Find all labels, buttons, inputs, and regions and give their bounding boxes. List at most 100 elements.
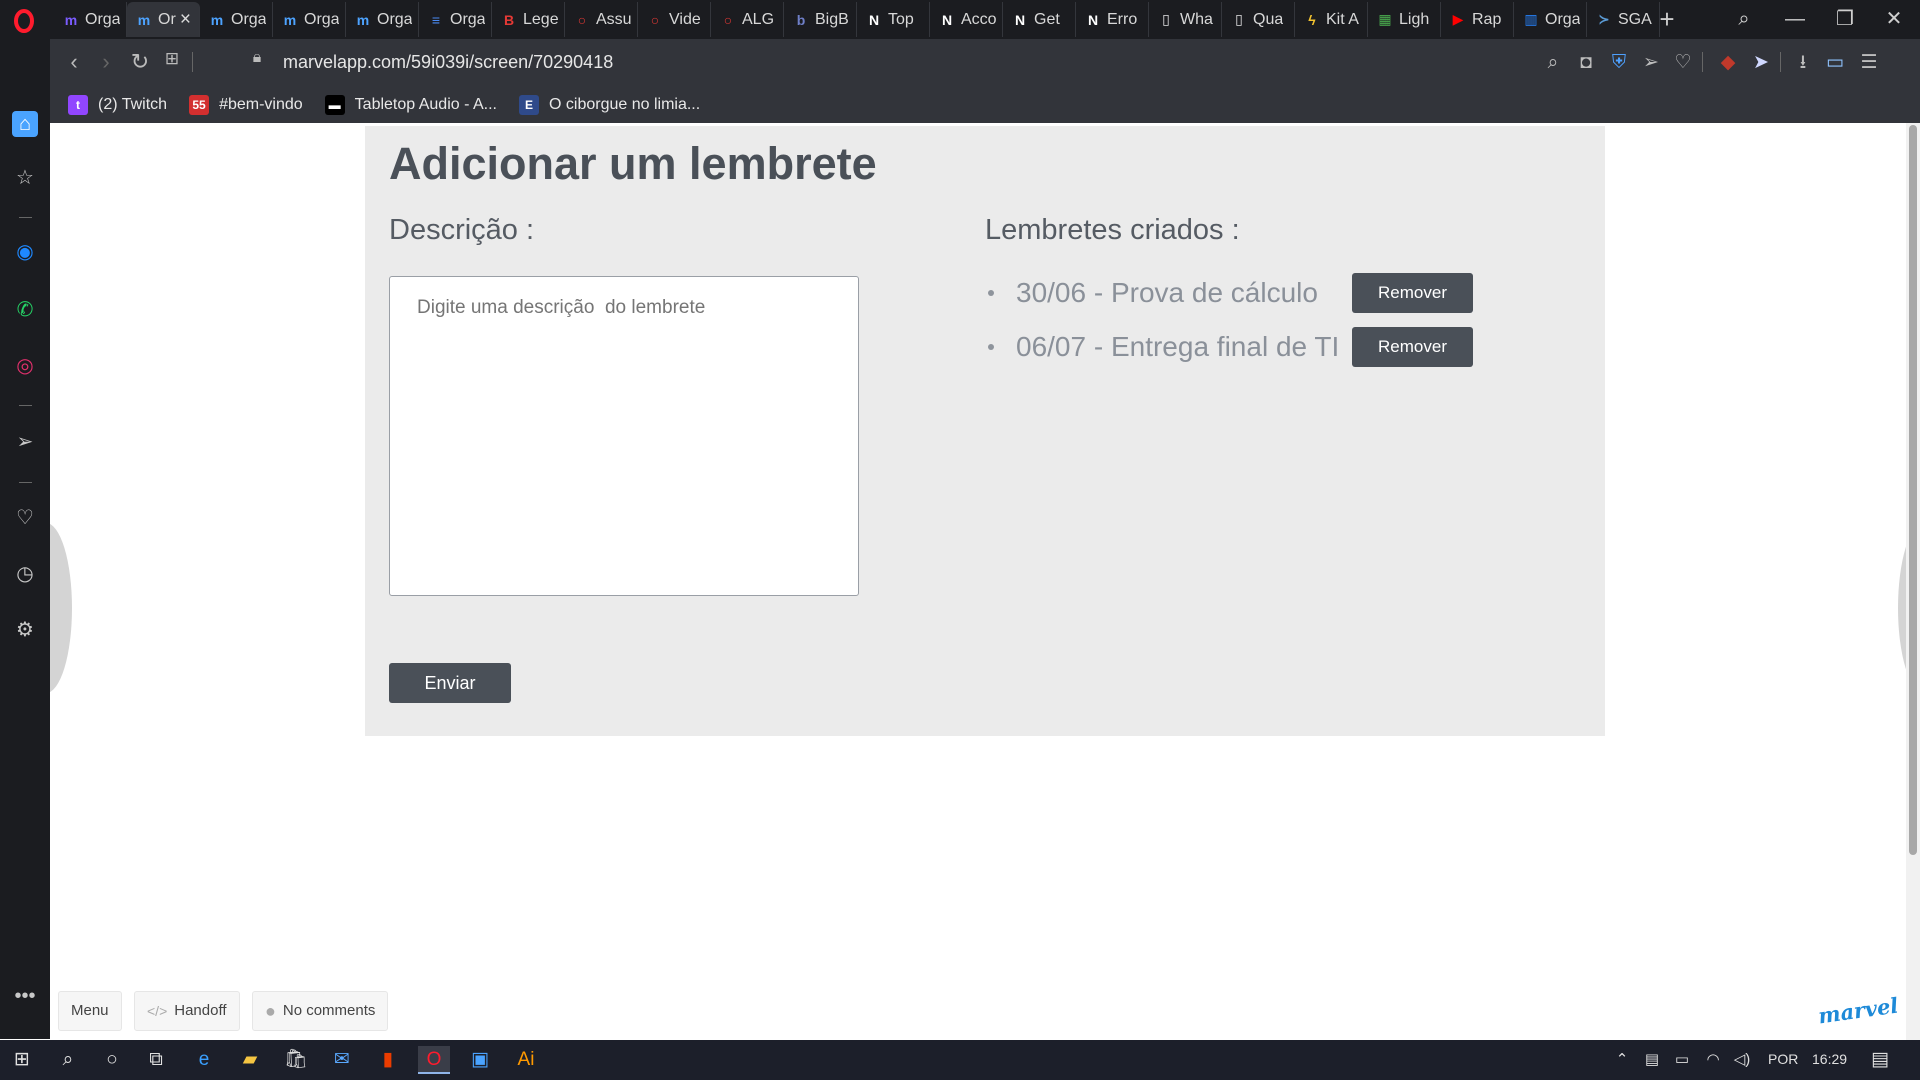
cortana-icon[interactable]: ○ xyxy=(96,1046,128,1074)
browser-tab[interactable]: ϟ Kit A xyxy=(1295,2,1368,37)
snapshot-icon[interactable]: ◘ xyxy=(1573,50,1599,76)
forward-icon[interactable]: › xyxy=(92,49,120,75)
bookmarks-star-icon[interactable]: ☆ xyxy=(12,165,38,191)
browser-tab[interactable]: N Top xyxy=(857,2,930,37)
whatsapp-icon[interactable]: ✆ xyxy=(12,297,38,323)
close-tab-icon[interactable]: × xyxy=(180,9,191,31)
tab-title: ALG xyxy=(742,10,775,28)
browser-tab[interactable]: N Acco xyxy=(930,2,1003,37)
browser-tab[interactable]: m Or × xyxy=(127,2,200,37)
tab-title: Wha xyxy=(1180,10,1213,28)
notifications-icon[interactable]: ▤ xyxy=(1864,1046,1896,1074)
remove-button[interactable]: Remover xyxy=(1352,273,1473,313)
file-explorer-icon[interactable]: ▰ xyxy=(234,1046,266,1074)
vertical-scrollbar[interactable] xyxy=(1906,123,1920,1040)
close-window-button[interactable]: ✕ xyxy=(1874,4,1914,34)
comments-button[interactable]: ● No comments xyxy=(252,991,389,1031)
more-options-icon[interactable]: ••• xyxy=(12,983,38,1009)
office-icon[interactable]: ▮ xyxy=(372,1046,404,1074)
url-field[interactable]: marvelapp.com/59i039i/screen/70290418 xyxy=(283,52,613,73)
show-hidden-icons-icon[interactable]: ⌃ xyxy=(1606,1046,1638,1074)
minimize-button[interactable]: — xyxy=(1775,4,1815,34)
handoff-button[interactable]: </> Handoff xyxy=(134,991,240,1031)
send-icon[interactable]: ➢ xyxy=(1638,50,1664,76)
reload-icon[interactable]: ↻ xyxy=(126,49,154,75)
history-clock-icon[interactable]: ◷ xyxy=(12,561,38,587)
flow-send-icon[interactable]: ➢ xyxy=(12,429,38,455)
vpn-shield-icon[interactable]: ⛨ xyxy=(1606,50,1632,76)
scrollbar-thumb[interactable] xyxy=(1909,125,1917,855)
new-tab-button[interactable]: + xyxy=(1652,4,1682,35)
download-icon[interactable]: ⭳ xyxy=(1790,50,1816,76)
document-icon: ▯ xyxy=(1235,11,1243,27)
remove-button[interactable]: Remover xyxy=(1352,327,1473,367)
photos-icon[interactable]: ▣ xyxy=(464,1046,496,1074)
settings-gear-icon[interactable]: ⚙ xyxy=(12,617,38,643)
description-textarea[interactable] xyxy=(389,276,859,596)
personal-news-heart-icon[interactable]: ♡ xyxy=(12,505,38,531)
browser-tab[interactable]: m Orga xyxy=(273,2,346,37)
wifi-icon[interactable]: ◠ xyxy=(1697,1046,1729,1074)
browser-tab[interactable]: ○ Assu xyxy=(565,2,638,37)
tray-app-icon[interactable]: ▤ xyxy=(1636,1046,1668,1074)
search-icon[interactable]: ⌕ xyxy=(52,1046,84,1074)
browser-tab[interactable]: ≡ Orga xyxy=(419,2,492,37)
bookmark-item[interactable]: 55 #bem-vindo xyxy=(189,94,303,115)
browser-tab[interactable]: N Erro xyxy=(1076,2,1149,37)
bookmark-item[interactable]: t (2) Twitch xyxy=(68,94,167,115)
opera-ring-icon: ○ xyxy=(577,11,587,28)
opera-ring-icon: ○ xyxy=(650,11,660,28)
browser-tab[interactable]: ▯ Wha xyxy=(1149,2,1222,37)
volume-icon[interactable]: ◁) xyxy=(1726,1046,1758,1074)
opera-taskbar-icon[interactable]: O xyxy=(418,1046,450,1074)
prev-screen-handle[interactable] xyxy=(50,523,72,693)
home-icon[interactable]: ⌂ xyxy=(12,111,38,137)
browser-tab[interactable]: ○ ALG xyxy=(711,2,784,37)
send-button[interactable]: Enviar xyxy=(389,663,511,703)
windows-start-icon[interactable]: ⊞ xyxy=(6,1046,38,1074)
marvel-logo[interactable]: marvel xyxy=(1816,993,1899,1029)
browser-tab[interactable]: ▯ Qua xyxy=(1222,2,1295,37)
reminders-label: Lembretes criados : xyxy=(985,214,1240,246)
speed-dial-icon[interactable]: ⊞ xyxy=(158,49,186,69)
bookmark-item[interactable]: E O ciborgue no limia... xyxy=(519,94,700,115)
edge-icon[interactable]: e xyxy=(188,1046,220,1074)
task-view-icon[interactable]: ⧉ xyxy=(140,1046,172,1074)
browser-tab[interactable]: N Get xyxy=(1003,2,1076,37)
browser-tab[interactable]: ▶ Rap xyxy=(1441,2,1514,37)
description-label: Descrição : xyxy=(389,214,535,246)
easy-setup-icon[interactable]: ☰ xyxy=(1856,50,1882,76)
bookmark-item[interactable]: ▬ Tabletop Audio - A... xyxy=(324,94,497,115)
browser-tab[interactable]: ▦ Ligh xyxy=(1368,2,1441,37)
browser-tab[interactable]: B Lege xyxy=(492,2,565,37)
heart-icon[interactable]: ♡ xyxy=(1670,50,1696,76)
browser-tab[interactable]: ≻ SGA xyxy=(1587,2,1660,37)
input-language[interactable]: POR xyxy=(1768,1051,1798,1067)
browser-tab[interactable]: m Orga xyxy=(54,2,127,37)
messenger-icon[interactable]: ◉ xyxy=(12,239,38,265)
battery-icon[interactable]: ▭ xyxy=(1666,1046,1698,1074)
menu-button[interactable]: Menu xyxy=(58,991,122,1031)
document-icon: ▯ xyxy=(1162,11,1170,27)
prototype-screen: Adicionar um lembrete Descrição : Enviar… xyxy=(365,126,1605,736)
tab-search-icon[interactable]: ⌕ xyxy=(1724,4,1764,34)
browser-tab[interactable]: ▥ Orga xyxy=(1514,2,1587,37)
page-search-icon[interactable]: ⌕ xyxy=(1540,50,1566,76)
browser-tab[interactable]: m Orga xyxy=(200,2,273,37)
illustrator-icon[interactable]: Ai xyxy=(510,1046,542,1074)
browser-tab[interactable]: b BigB xyxy=(784,2,857,37)
extension-cursor-icon[interactable]: ➤ xyxy=(1748,50,1774,76)
opera-logo-icon[interactable] xyxy=(12,9,36,33)
extension-cube-icon[interactable]: ◆ xyxy=(1715,50,1741,76)
browser-tab[interactable]: m Orga xyxy=(346,2,419,37)
back-icon[interactable]: ‹ xyxy=(60,49,88,75)
clock[interactable]: 16:29 xyxy=(1812,1051,1847,1067)
instagram-icon[interactable]: ◎ xyxy=(12,353,38,379)
lock-icon[interactable]: 🔒︎ xyxy=(243,49,271,67)
bookmark-label: #bem-vindo xyxy=(219,95,303,113)
restore-button[interactable]: ❐ xyxy=(1825,4,1865,34)
store-icon[interactable]: 🛍︎ xyxy=(280,1046,312,1074)
battery-saver-icon[interactable]: ▭ xyxy=(1822,50,1848,76)
mail-icon[interactable]: ✉ xyxy=(326,1046,358,1074)
browser-tab[interactable]: ○ Vide xyxy=(638,2,711,37)
